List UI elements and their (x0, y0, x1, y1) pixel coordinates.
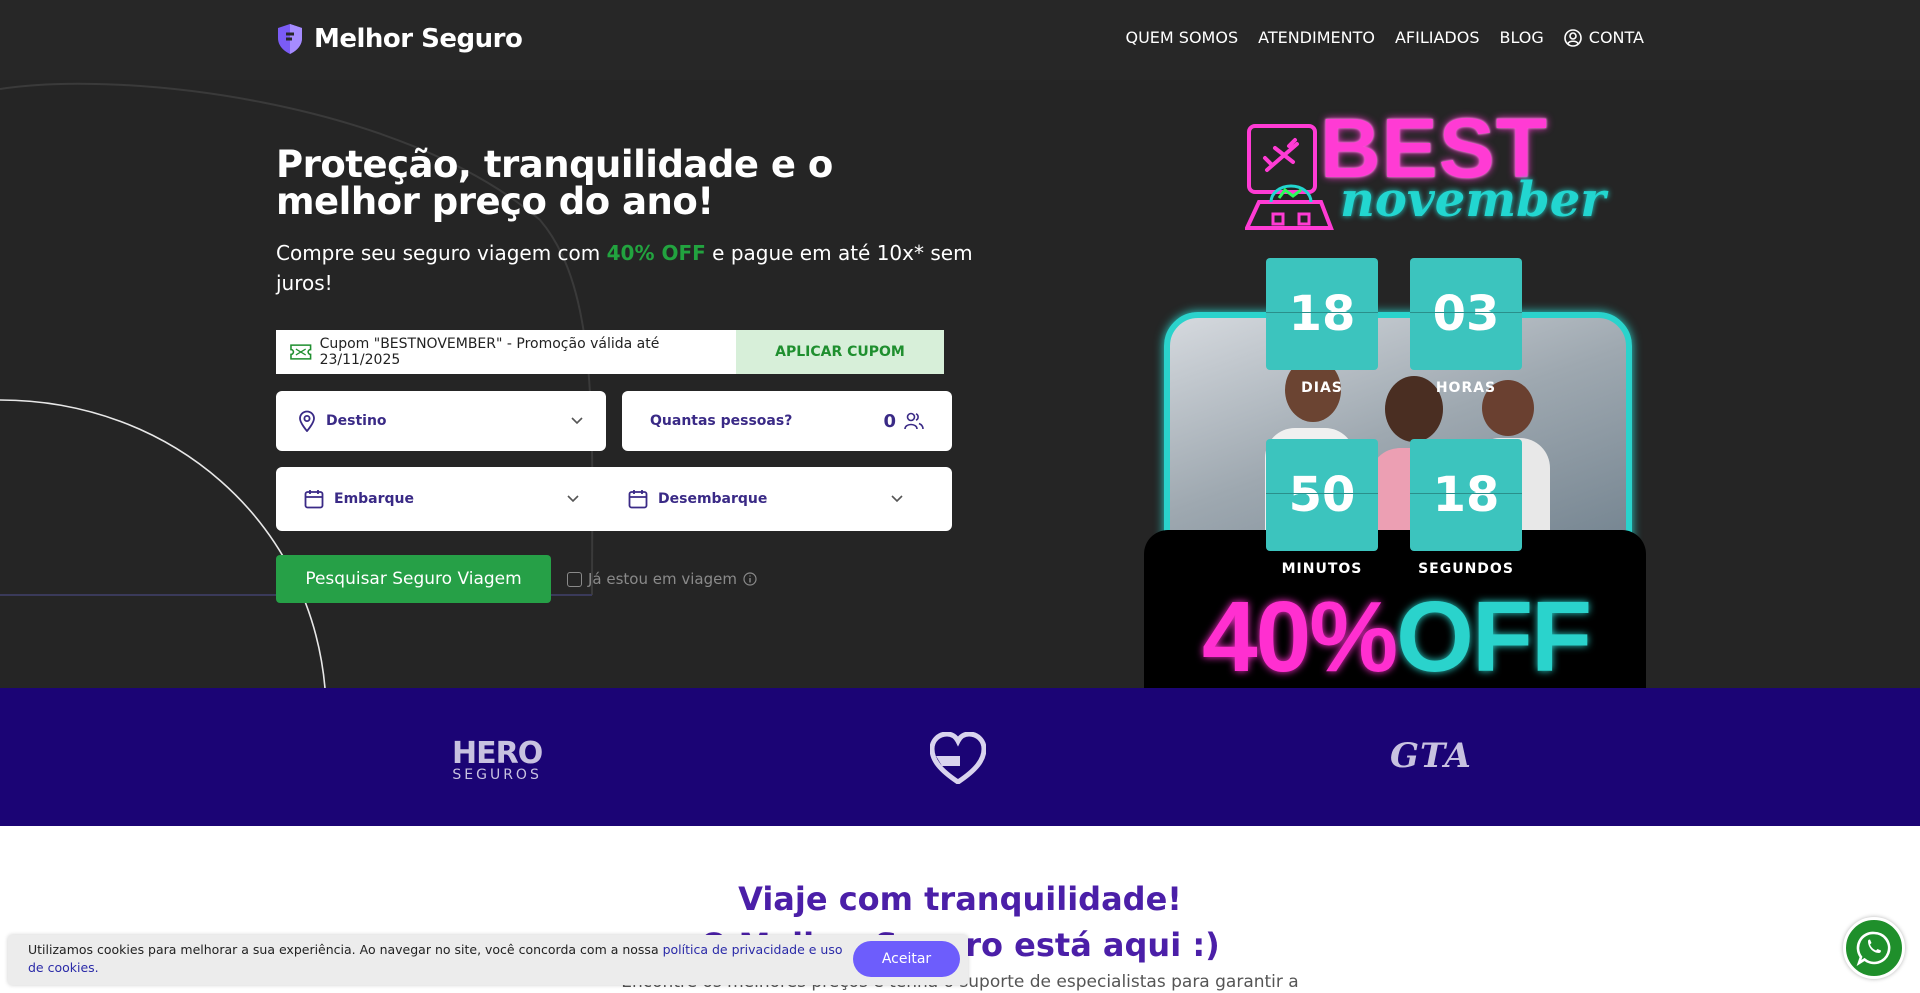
discount-banner: 40% OFF (1202, 580, 1592, 688)
hero-subtitle: Compre seu seguro viagem com 40% OFF e p… (276, 238, 976, 298)
account-label: CONTA (1588, 28, 1644, 47)
calendar-icon (304, 490, 324, 509)
chevron-down-icon (891, 495, 903, 503)
nav-atendimento[interactable]: ATENDIMENTO (1258, 28, 1375, 47)
countdown-seconds-value: 18 (1410, 439, 1522, 551)
brand-name: Melhor Seguro (314, 24, 523, 54)
destination-label: Destino (326, 413, 387, 429)
info-icon[interactable] (743, 572, 757, 586)
dates-field: Embarque Desembarque (276, 467, 952, 531)
apply-coupon-button[interactable]: APLICAR CUPOM (736, 330, 944, 374)
site-header: Melhor Seguro QUEM SOMOS ATENDIMENTO AFI… (0, 0, 1920, 80)
countdown-days-value: 18 (1266, 258, 1378, 370)
gta-logo: GTA (1390, 736, 1472, 776)
user-circle-icon (1563, 28, 1582, 47)
countdown-hours-value: 03 (1410, 258, 1522, 370)
countdown-minutes-value: 50 (1266, 439, 1378, 551)
gta-logo-text: GTA (1390, 736, 1472, 776)
countdown-minutes-label: MINUTOS (1281, 561, 1363, 577)
whatsapp-button[interactable] (1843, 917, 1905, 979)
traveling-label: Já estou em viagem (588, 570, 737, 588)
map-pin-icon (299, 410, 315, 432)
coupon-info: Cupom "BESTNOVEMBER" - Promoção válida a… (276, 330, 736, 374)
search-insurance-button[interactable]: Pesquisar Seguro Viagem (276, 555, 551, 603)
destination-select[interactable]: Destino (276, 391, 606, 451)
hero-logo-a: HERO (452, 736, 543, 771)
countdown-hours-label: HORAS (1435, 380, 1497, 396)
users-icon (904, 412, 924, 430)
hero-seguros-logo: HERO SEGUROS (452, 736, 543, 783)
discount-percent: 40% (1202, 581, 1398, 688)
subtitle-discount: 40% OFF (606, 241, 706, 265)
main-nav: QUEM SOMOS ATENDIMENTO AFILIADOS BLOG CO… (1126, 28, 1645, 47)
departure-date-select[interactable]: Embarque (304, 489, 600, 509)
promo-banner[interactable]: BEST november 18 DIAS 03 HORAS 50 MINUTO… (1140, 100, 1648, 688)
nav-afiliados[interactable]: AFILIADOS (1395, 28, 1480, 47)
countdown-seconds-label: SEGUNDOS (1418, 561, 1514, 577)
return-label: Desembarque (658, 491, 768, 507)
chevron-down-icon (571, 417, 583, 425)
countdown-days-label: DIAS (1301, 380, 1343, 396)
brand-logo[interactable]: Melhor Seguro (276, 23, 523, 55)
people-label: Quantas pessoas? (650, 413, 793, 429)
hero-logo-b: SEGUROS (452, 767, 542, 783)
cookie-message: Utilizamos cookies para melhorar a sua e… (28, 942, 663, 957)
vital-card-logo (930, 732, 986, 784)
hero-title: Proteção, tranquilidade e o melhor preço… (276, 143, 833, 223)
ticket-icon (290, 344, 312, 360)
november-title: november (1340, 172, 1606, 228)
coupon-bar: Cupom "BESTNOVEMBER" - Promoção válida a… (276, 330, 944, 374)
subtitle-pre: Compre seu seguro viagem com (276, 241, 607, 265)
return-date-select[interactable]: Desembarque (628, 489, 924, 509)
people-count: 0 (883, 410, 896, 432)
already-traveling-checkbox[interactable]: Já estou em viagem (567, 570, 757, 588)
whatsapp-icon (1856, 931, 1891, 966)
coupon-text: Cupom "BESTNOVEMBER" - Promoção válida a… (319, 336, 660, 368)
partners-strip: HERO SEGUROS GTA (0, 688, 1920, 826)
nav-quem-somos[interactable]: QUEM SOMOS (1126, 28, 1239, 47)
accept-cookies-button[interactable]: Aceitar (853, 941, 960, 977)
discount-off: OFF (1396, 581, 1592, 688)
people-field[interactable]: Quantas pessoas? 0 (622, 391, 952, 451)
shield-logo-icon (278, 24, 302, 54)
departure-label: Embarque (334, 491, 415, 507)
calendar-icon (628, 490, 648, 509)
checkbox-box[interactable] (567, 571, 582, 587)
nav-account[interactable]: CONTA (1563, 28, 1644, 47)
chevron-down-icon (567, 495, 579, 503)
cookie-banner: Utilizamos cookies para melhorar a sua e… (8, 935, 968, 985)
section-title-line1: Viaje com tranquilidade! (738, 880, 1182, 918)
cookie-text: Utilizamos cookies para melhorar a sua e… (28, 941, 848, 977)
hero-section: Proteção, tranquilidade e o melhor preço… (0, 80, 1920, 688)
nav-blog[interactable]: BLOG (1499, 28, 1543, 47)
